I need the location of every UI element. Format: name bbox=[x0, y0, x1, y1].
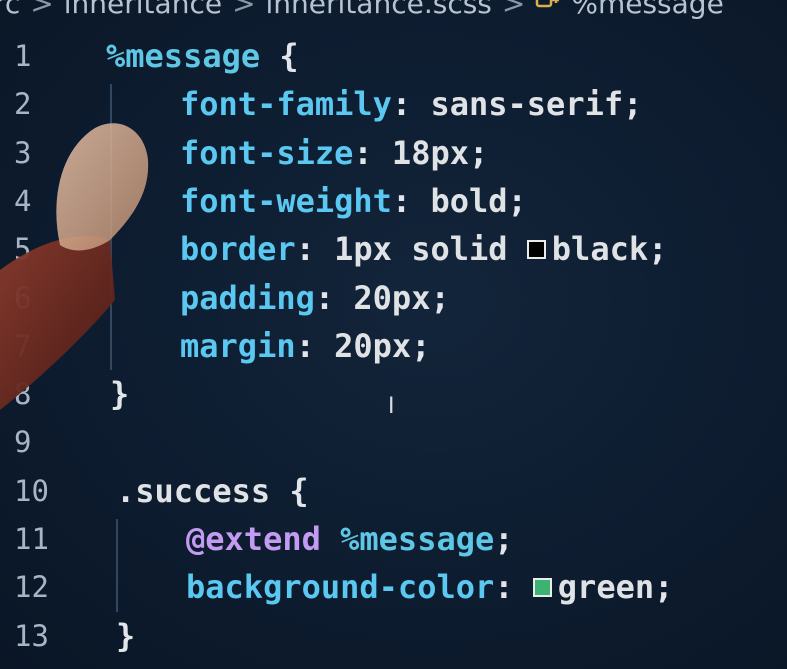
editor-screen: rc > inheritance > inheritance.scss > %m… bbox=[0, 0, 787, 669]
presenter-hand bbox=[0, 123, 149, 410]
